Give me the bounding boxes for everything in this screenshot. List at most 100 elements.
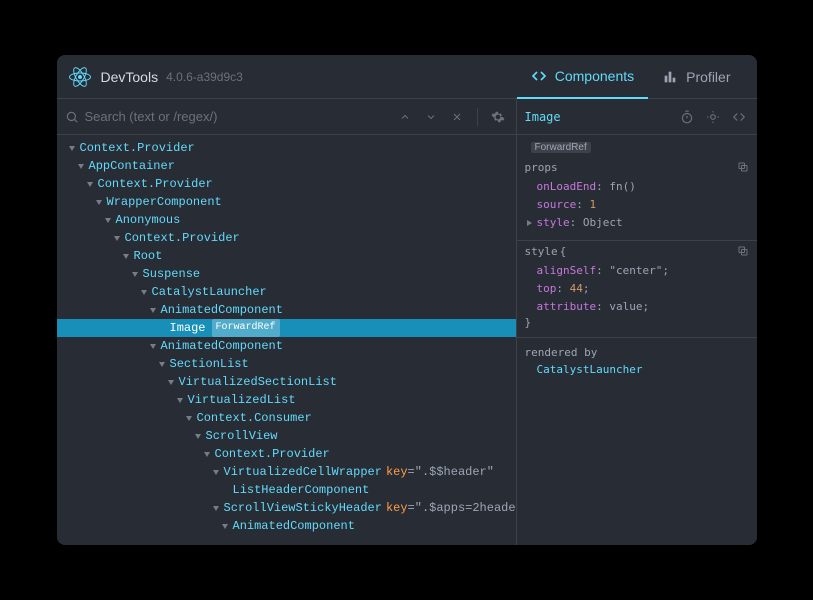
tree-node[interactable]: AnimatedComponent [57,517,516,535]
expand-arrow-icon[interactable] [96,200,102,205]
component-name: VirtualizedList [188,391,296,409]
react-logo-icon [69,66,91,88]
component-tree[interactable]: Context.ProviderAppContainerContext.Prov… [57,135,516,545]
tree-node[interactable]: Context.Provider [57,445,516,463]
tree-panel: Context.ProviderAppContainerContext.Prov… [57,99,517,545]
tree-node[interactable]: Context.Consumer [57,409,516,427]
component-name: Context.Provider [98,175,213,193]
component-name: AnimatedComponent [233,517,355,535]
tree-node[interactable]: Context.Provider [57,175,516,193]
tab-profiler[interactable]: Profiler [648,55,744,99]
style-section: style { alignSelf: "center";top: 44;attr… [517,241,757,338]
prop-name: onLoadEnd [537,180,597,193]
search-clear-button[interactable] [447,107,467,127]
key-value: ".$$header" [415,463,494,481]
inspect-dom-button[interactable] [703,107,723,127]
rendered-by-section: rendered by CatalystLauncher [517,338,757,384]
tree-node[interactable]: ScrollViewStickyHeader key=".$apps=2head… [57,499,516,517]
prop-row[interactable]: alignSelf: "center"; [525,262,749,280]
expand-arrow-icon[interactable] [222,524,228,529]
search-prev-button[interactable] [395,107,415,127]
tree-node[interactable]: VirtualizedCellWrapper key=".$$header" [57,463,516,481]
tree-node[interactable]: Anonymous [57,211,516,229]
tree-node[interactable]: Image ForwardRef [57,319,516,337]
prop-name: style [537,216,570,229]
expand-arrow-icon[interactable] [168,380,174,385]
tab-profiler-label: Profiler [686,69,730,85]
component-name: ScrollViewStickyHeader [224,499,382,517]
inspector-header: Image [517,99,757,135]
component-name: AnimatedComponent [161,301,283,319]
tree-node[interactable]: CatalystLauncher [57,283,516,301]
expand-arrow-icon[interactable] [123,254,129,259]
tree-node[interactable]: SectionList [57,355,516,373]
prop-row[interactable]: source: 1 [525,196,749,214]
expand-arrow-icon[interactable] [159,362,165,367]
settings-button[interactable] [488,107,508,127]
prop-row[interactable]: style: Object [525,214,749,232]
expand-arrow-icon[interactable] [132,272,138,277]
tree-node[interactable]: VirtualizedList [57,391,516,409]
stopwatch-icon [680,110,694,124]
code-icon [732,110,746,124]
components-icon [531,68,547,84]
expand-arrow-icon[interactable] [150,344,156,349]
tree-node[interactable]: WrapperComponent [57,193,516,211]
expand-arrow-icon[interactable] [69,146,75,151]
expand-arrow-icon[interactable] [527,220,532,226]
rendered-by-link[interactable]: CatalystLauncher [525,363,749,376]
tab-components[interactable]: Components [517,55,648,99]
key-label: key [386,463,408,481]
tree-node[interactable]: Suspense [57,265,516,283]
tree-node[interactable]: Context.Provider [57,229,516,247]
component-name: AnimatedComponent [161,337,283,355]
view-source-button[interactable] [729,107,749,127]
chevron-down-icon [425,111,437,123]
inspector-panel: Image ForwardRef props [517,99,757,545]
prop-row[interactable]: onLoadEnd: fn() [525,178,749,196]
expand-arrow-icon[interactable] [177,398,183,403]
expand-arrow-icon[interactable] [114,236,120,241]
expand-arrow-icon[interactable] [141,290,147,295]
tree-node[interactable]: AnimatedComponent [57,301,516,319]
prop-row[interactable]: attribute: value; [525,298,749,316]
component-badge: ForwardRef [212,319,280,337]
expand-arrow-icon[interactable] [204,452,210,457]
component-name: Anonymous [116,211,181,229]
devtools-window: DevTools 4.0.6-a39d9c3 Components Profil… [57,55,757,545]
tree-node[interactable]: AnimatedComponent [57,337,516,355]
gear-icon [491,110,505,124]
prop-value: 1 [590,198,597,211]
suspend-button[interactable] [677,107,697,127]
copy-style-button[interactable] [737,245,749,260]
copy-icon [737,245,749,257]
tree-node[interactable]: AppContainer [57,157,516,175]
prop-name: source [537,198,577,211]
rendered-by-title: rendered by [525,346,749,359]
tree-node[interactable]: Context.Provider [57,139,516,157]
search-next-button[interactable] [421,107,441,127]
copy-props-button[interactable] [737,161,749,176]
key-label: key [386,499,408,517]
expand-arrow-icon[interactable] [213,506,219,511]
expand-arrow-icon[interactable] [105,218,111,223]
tree-node[interactable]: VirtualizedSectionList [57,373,516,391]
component-name: Image [170,319,206,337]
chevron-up-icon [399,111,411,123]
expand-arrow-icon[interactable] [186,416,192,421]
expand-arrow-icon[interactable] [213,470,219,475]
expand-arrow-icon[interactable] [150,308,156,313]
search-input[interactable] [85,109,389,124]
component-name: AppContainer [89,157,175,175]
tree-node[interactable]: ScrollView [57,427,516,445]
tree-node[interactable]: ListHeaderComponent [57,481,516,499]
prop-row[interactable]: top: 44; [525,280,749,298]
component-name: VirtualizedSectionList [179,373,337,391]
expand-arrow-icon[interactable] [87,182,93,187]
expand-arrow-icon[interactable] [195,434,201,439]
tab-components-label: Components [555,68,634,84]
prop-value: 44 [570,282,583,295]
tree-node[interactable]: Root [57,247,516,265]
expand-arrow-icon[interactable] [78,164,84,169]
component-name: SectionList [170,355,249,373]
